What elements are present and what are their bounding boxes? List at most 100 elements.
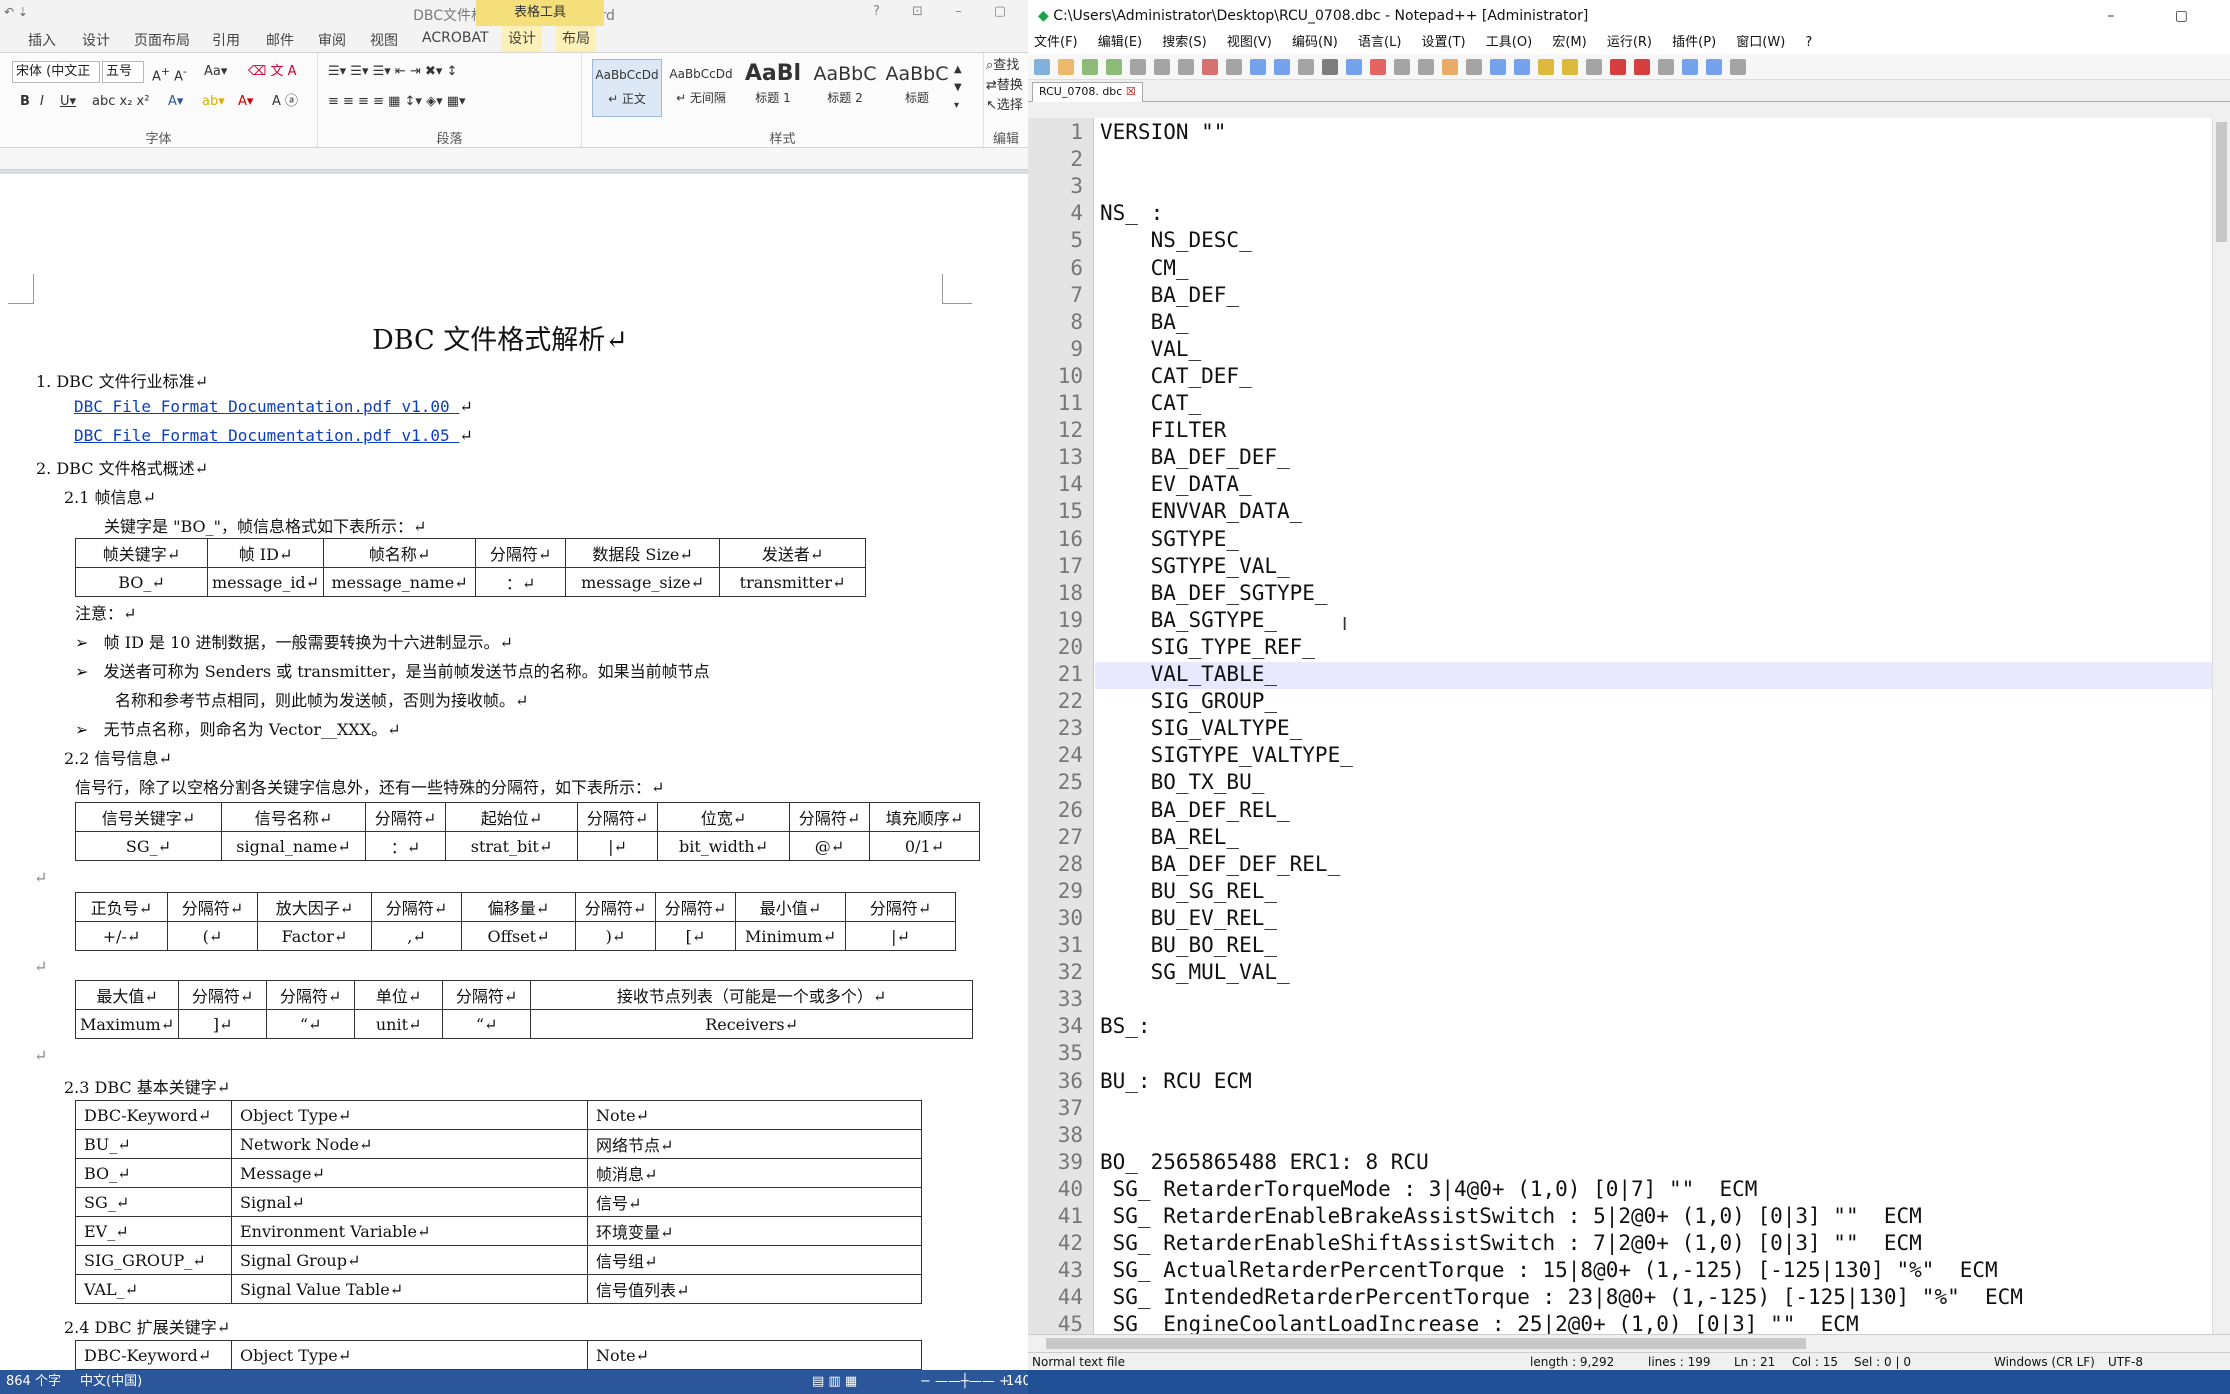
- scroll-thumb[interactable]: [2216, 122, 2227, 242]
- code-line[interactable]: BA_DEF_DEF_: [1100, 445, 1290, 469]
- table-cell[interactable]: 位宽↵: [657, 802, 790, 832]
- table-cell[interactable]: 分隔符↵: [442, 980, 532, 1010]
- menu-plugins[interactable]: 插件(P): [1672, 35, 1716, 50]
- table-cell[interactable]: DBC-Keyword↵: [75, 1100, 232, 1130]
- toolbar-button-icon[interactable]: [1610, 59, 1626, 75]
- code-line[interactable]: SIG_GROUP_: [1100, 689, 1277, 713]
- menu-search[interactable]: 搜索(S): [1162, 35, 1206, 50]
- table-cell[interactable]: SG_↵: [75, 831, 222, 861]
- toolbar-button-icon[interactable]: [1394, 59, 1410, 75]
- code-line[interactable]: SG_ RetarderEnableBrakeAssistSwitch : 5|…: [1100, 1204, 1922, 1228]
- code-line[interactable]: FILTER: [1100, 418, 1227, 442]
- toolbar-button-icon[interactable]: [1130, 59, 1146, 75]
- change-case-icon[interactable]: Aa▾: [204, 63, 227, 81]
- table-cell[interactable]: +/-↵: [75, 921, 168, 951]
- table-cell[interactable]: 接收节点列表（可能是一个或多个）↵: [530, 980, 974, 1010]
- toolbar-button-icon[interactable]: [1730, 59, 1746, 75]
- table-cell[interactable]: SG_↵: [75, 1187, 232, 1217]
- document-page[interactable]: DBC 文件格式解析↵ 1. DBC 文件行业标准↵ DBC File Form…: [0, 174, 1028, 1370]
- style-no-spacing[interactable]: AaBbCcDd ↵ 无间隔: [666, 59, 736, 117]
- vertical-scrollbar[interactable]: [2212, 118, 2230, 1334]
- table-cell[interactable]: 分隔符↵: [167, 892, 258, 922]
- zoom-level[interactable]: 140%: [1006, 1370, 1028, 1394]
- table-cell[interactable]: )↵: [575, 921, 656, 951]
- hscroll-thumb[interactable]: [1046, 1338, 1806, 1349]
- table-cell[interactable]: 分隔符↵: [577, 802, 658, 832]
- code-line[interactable]: BA_DEF_REL_: [1100, 798, 1290, 822]
- language-indicator[interactable]: 中文(中国): [80, 1370, 142, 1394]
- font-name-box[interactable]: 宋体 (中文正: [12, 61, 100, 83]
- text-effects-icon[interactable]: A▾: [168, 93, 183, 111]
- tab-design[interactable]: 设计: [82, 30, 110, 50]
- table-cell[interactable]: ：↵: [475, 567, 567, 597]
- table-cell[interactable]: 0/1↵: [869, 831, 980, 861]
- menu-language[interactable]: 语言(L): [1358, 35, 1401, 50]
- strikethrough-icon[interactable]: abc x₂ x²: [92, 93, 149, 111]
- table-cell[interactable]: 信号值列表↵: [587, 1274, 922, 1304]
- menu-window[interactable]: 窗口(W): [1736, 35, 1785, 50]
- replace-button[interactable]: ⇄替换: [986, 77, 1023, 95]
- table-cell[interactable]: EV_↵: [75, 1216, 232, 1246]
- toolbar-button-icon[interactable]: [1274, 59, 1290, 75]
- table-cell[interactable]: 填充顺序↵: [869, 802, 980, 832]
- tab-review[interactable]: 审阅: [318, 30, 346, 50]
- code-line[interactable]: SIG_TYPE_REF_: [1100, 635, 1315, 659]
- toolbar-button-icon[interactable]: [1514, 59, 1530, 75]
- table-cell[interactable]: Object Type↵: [231, 1340, 588, 1370]
- table-cell[interactable]: 分隔符↵: [365, 802, 446, 832]
- table-cell[interactable]: “↵: [266, 1009, 356, 1039]
- styles-scroll-icon[interactable]: ▲ ▼ ▾: [954, 61, 962, 115]
- table-cell[interactable]: Offset↵: [461, 921, 576, 951]
- table-cell[interactable]: 分隔符↵: [575, 892, 656, 922]
- table-cell[interactable]: BO_↵: [75, 567, 208, 597]
- table-cell[interactable]: [↵: [655, 921, 736, 951]
- table-cell[interactable]: 起始位↵: [445, 802, 578, 832]
- menu-help[interactable]: ?: [1805, 35, 1812, 50]
- menu-settings[interactable]: 设置(T): [1422, 35, 1466, 50]
- close-tab-icon[interactable]: ☒: [1126, 85, 1136, 98]
- menu-run[interactable]: 运行(R): [1607, 35, 1652, 50]
- table-cell[interactable]: 环境变量↵: [587, 1216, 922, 1246]
- code-line[interactable]: ENVVAR_DATA_: [1100, 499, 1303, 523]
- toolbar-button-icon[interactable]: [1082, 59, 1098, 75]
- toolbar-button-icon[interactable]: [1706, 59, 1722, 75]
- table-cell[interactable]: Environment Variable↵: [231, 1216, 588, 1246]
- menu-file[interactable]: 文件(F): [1034, 35, 1078, 50]
- word-count[interactable]: 864 个字: [6, 1370, 61, 1394]
- table-cell[interactable]: message_id↵: [206, 567, 325, 597]
- code-line[interactable]: SIGTYPE_VALTYPE_: [1100, 743, 1353, 767]
- toolbar-button-icon[interactable]: [1346, 59, 1362, 75]
- char-shading-icon[interactable]: A ⓐ: [272, 93, 298, 111]
- code-line[interactable]: SGTYPE_VAL_: [1100, 554, 1290, 578]
- toolbar-button-icon[interactable]: [1250, 59, 1266, 75]
- tab-insert[interactable]: 插入: [28, 30, 56, 50]
- table-cell[interactable]: 单位↵: [354, 980, 444, 1010]
- toolbar-button-icon[interactable]: [1034, 59, 1050, 75]
- word-window-controls[interactable]: ? ⊡ – ▢: [873, 4, 1020, 19]
- table-cell[interactable]: Maximum↵: [74, 1009, 180, 1039]
- table-cell[interactable]: BU_↵: [75, 1129, 232, 1159]
- code-line[interactable]: BA_REL_: [1100, 825, 1240, 849]
- menu-macro[interactable]: 宏(M): [1552, 35, 1586, 50]
- toolbar-button-icon[interactable]: [1418, 59, 1434, 75]
- table-cell[interactable]: 信号关键字↵: [75, 802, 222, 832]
- table-cell[interactable]: 帧关键字↵: [75, 538, 208, 568]
- table-cell[interactable]: 数据段 Size↵: [565, 538, 721, 568]
- toolbar-button-icon[interactable]: [1226, 59, 1242, 75]
- code-line[interactable]: BO_TX_BU_: [1100, 770, 1265, 794]
- table-cell[interactable]: Note↵: [587, 1340, 922, 1370]
- toolbar-button-icon[interactable]: [1466, 59, 1482, 75]
- code-line[interactable]: BU_SG_REL_: [1100, 879, 1277, 903]
- font-size-box[interactable]: 五号: [102, 61, 144, 83]
- code-line[interactable]: BA_DEF_SGTYPE_: [1100, 581, 1328, 605]
- table-cell[interactable]: 分隔符↵: [178, 980, 268, 1010]
- table-cell[interactable]: 帧 ID↵: [206, 538, 325, 568]
- table-cell[interactable]: Signal↵: [231, 1187, 588, 1217]
- tab-table-design[interactable]: 设计: [502, 26, 542, 52]
- code-line[interactable]: BO_ 2565865488 ERC1: 8 RCU: [1100, 1150, 1429, 1174]
- select-button[interactable]: ↖选择: [986, 97, 1023, 115]
- code-line[interactable]: SG_MUL_VAL_: [1100, 960, 1290, 984]
- table-cell[interactable]: 信号↵: [587, 1187, 922, 1217]
- table-cell[interactable]: 网络节点↵: [587, 1129, 922, 1159]
- code-line[interactable]: VAL_: [1100, 337, 1202, 361]
